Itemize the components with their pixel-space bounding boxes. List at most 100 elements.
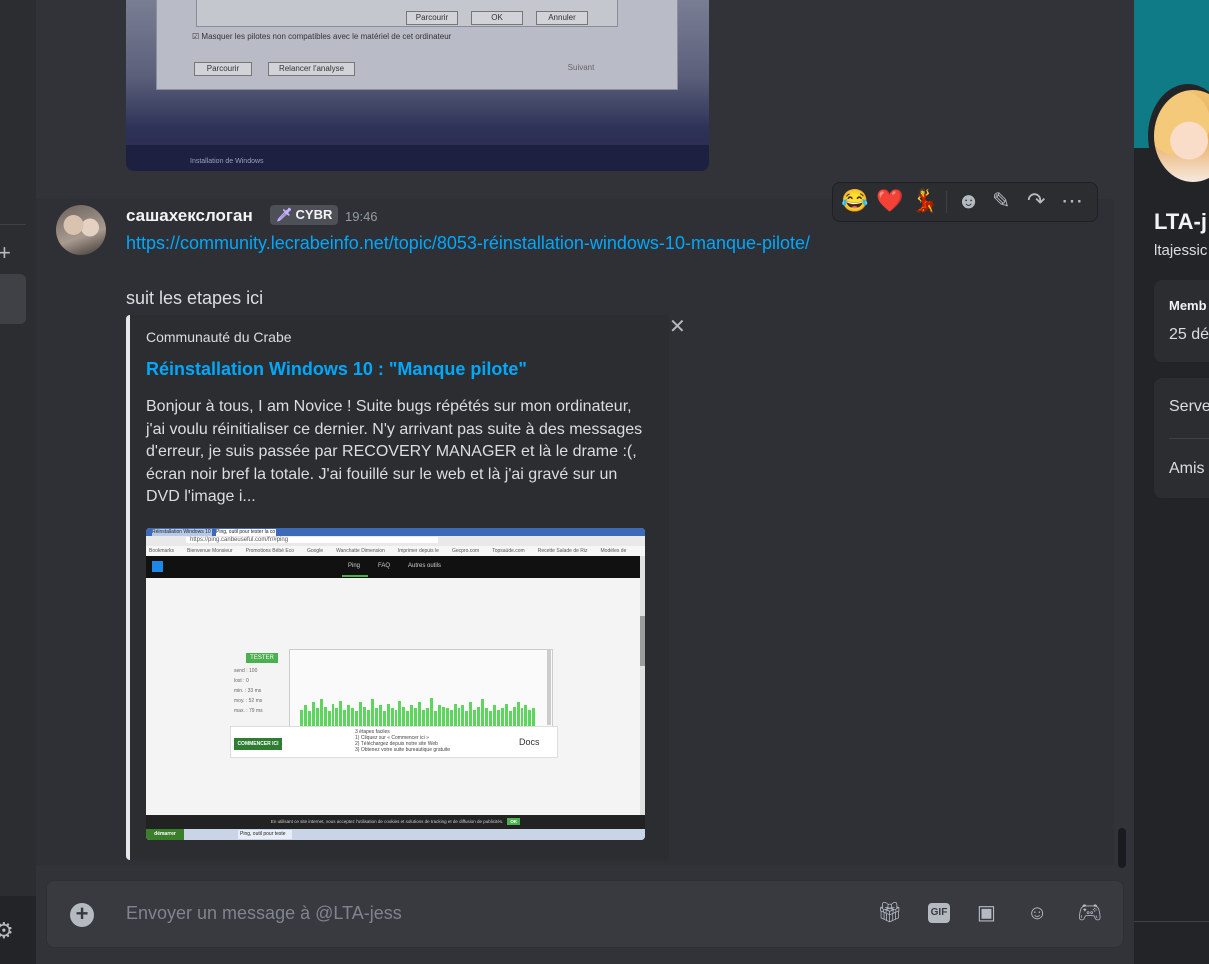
ping-bar [445, 708, 449, 726]
bookmark-item: Topsaúde.com [492, 548, 525, 554]
ping-stats: send : 100 lost : 0 min. : 33 ms moy. : … [234, 666, 263, 716]
ad-brand: Docs [519, 737, 540, 747]
ping-stat: send : 100 [234, 668, 258, 674]
browser-url-text: https://ping.canbeuseful.com/fr/#ping [186, 537, 439, 543]
ping-bar [469, 702, 473, 726]
reaction-dancer[interactable]: 💃 [911, 188, 938, 214]
photo-browse2-button: Parcourir [194, 62, 252, 76]
activity-icon[interactable]: 🎮︎ [1077, 901, 1102, 925]
bookmark-item: Recette Salade de Riz [537, 548, 588, 554]
photo-cancel-button: Annuler [536, 11, 588, 25]
bookmark-item: Wanchatte Dimension [336, 548, 385, 554]
gif-icon[interactable]: GIF [928, 903, 950, 923]
clan-tag-label: CYBR [295, 207, 333, 222]
graph-scrollbar [547, 649, 551, 725]
site-nav-active-indicator [342, 575, 368, 577]
ping-bar [477, 706, 481, 726]
ping-bar [516, 702, 520, 726]
reaction-heart[interactable]: ❤️ [876, 188, 903, 214]
message-author[interactable]: сашахекслоган [126, 206, 253, 226]
photo-footer-text: Installation de Windows [190, 158, 264, 165]
upload-plus-icon[interactable]: + [70, 903, 94, 927]
ping-bar [414, 708, 418, 726]
more-icon[interactable]: ⋯ [1061, 188, 1083, 214]
ping-bar [307, 711, 311, 726]
ping-bar [331, 703, 335, 726]
emoji-icon[interactable]: ☺ [1027, 901, 1047, 925]
site-nav-faq: FAQ [378, 563, 391, 569]
edit-icon[interactable]: ✎ [992, 188, 1010, 214]
link-embed: Communauté du Crabe Réinstallation Windo… [126, 315, 669, 860]
message-input[interactable]: Envoyer un message à @LTA-jess [126, 903, 402, 924]
mutual-friends-item[interactable]: Amis [1169, 460, 1205, 478]
embed-title[interactable]: Réinstallation Windows 10 : "Manque pilo… [146, 359, 527, 380]
forward-icon[interactable]: ↷ [1027, 188, 1045, 214]
embed-provider[interactable]: Communauté du Crabe [146, 329, 292, 345]
ping-bar [504, 703, 508, 726]
close-embed-icon[interactable]: ✕ [669, 314, 686, 339]
chat-scrollbar-thumb[interactable] [1118, 828, 1126, 868]
rail-divider [0, 224, 26, 225]
site-nav: Ping FAQ Autres outils [146, 556, 640, 578]
mutual-servers-item[interactable]: Serve [1169, 398, 1209, 416]
message-timestamp[interactable]: 19:46 [345, 209, 378, 224]
gift-icon[interactable]: 🎁︎ [877, 901, 902, 925]
taskbar-window: Ping, outil pour teste [238, 830, 292, 839]
ping-bar [473, 709, 477, 726]
ping-bar [374, 708, 378, 726]
photo-ok-button: OK [471, 11, 523, 25]
bookmark-item: Google [306, 548, 324, 554]
browser-tab-2: Ping, outil pour tester la co [216, 529, 276, 536]
ping-bar [528, 709, 532, 726]
ping-bar [410, 705, 414, 726]
ping-bar [449, 709, 453, 726]
ping-bar [315, 708, 319, 726]
mutuals-divider [1169, 438, 1209, 439]
add-reaction-icon[interactable]: ☻ [957, 188, 980, 214]
sticker-icon[interactable]: ▣ [977, 901, 996, 925]
ping-bars [300, 696, 536, 726]
ping-bar [378, 705, 382, 726]
start-button: démarrer [146, 829, 184, 840]
ping-bar [386, 703, 390, 726]
bookmark-item: Bienvenue Monsieur [187, 548, 233, 554]
ping-bar [418, 702, 422, 726]
ping-bar [319, 699, 323, 726]
ping-bar [437, 705, 441, 726]
reaction-laugh[interactable]: 😂 [841, 188, 868, 214]
message-link[interactable]: https://community.lecrabeinfo.net/topic/… [126, 233, 810, 254]
ad-line: 3) Obtenez votre suite bureautique gratu… [355, 747, 451, 753]
settings-gear-icon[interactable]: ⚙ [0, 918, 14, 944]
ping-bar [398, 700, 402, 726]
previous-image-attachment[interactable]: Parcourir OK Annuler ☑ Masquer les pilot… [126, 0, 709, 171]
ping-bar [524, 705, 528, 726]
hamburger-icon [152, 561, 163, 572]
ping-bar [363, 706, 366, 726]
ping-stat: min. : 33 ms [234, 688, 262, 694]
ping-bar [512, 706, 516, 726]
browser-tab-1: Réinstallation Windows 10 [152, 529, 212, 536]
embed-image[interactable]: Réinstallation Windows 10 Ping, outil po… [146, 528, 645, 840]
ad-cta-button: COMMENCER ICI [234, 738, 282, 750]
member-since-card: Memb 25 dé [1154, 280, 1209, 362]
ping-bar [520, 708, 524, 726]
ping-bar [303, 705, 307, 726]
ping-bar [300, 709, 303, 726]
ping-bar [457, 708, 461, 726]
avatar[interactable] [56, 205, 106, 255]
mutuals-card: Serve Amis [1154, 378, 1209, 498]
selected-rail-item[interactable] [0, 274, 26, 324]
clan-tag[interactable]: 🗡 CYBR [270, 205, 339, 225]
cookie-text: En utilisant ce site internet, vous acce… [270, 819, 504, 824]
message-text: suit les etapes ici [126, 288, 264, 308]
ping-bar [461, 705, 465, 726]
photo-rescan-button: Relancer l'analyse [268, 62, 355, 76]
site-scrollbar [640, 556, 645, 816]
ping-bar [492, 705, 496, 726]
profile-display-name: LTA-j [1154, 209, 1207, 234]
add-server-icon[interactable]: + [0, 240, 11, 266]
message-toolbar: 😂 ❤️ 💃 ☻ ✎ ↷ ⋯ [832, 182, 1098, 222]
ping-bar [441, 706, 445, 726]
ping-bar [481, 699, 485, 726]
browser-url-bar: https://ping.canbeuseful.com/fr/#ping [146, 536, 645, 546]
